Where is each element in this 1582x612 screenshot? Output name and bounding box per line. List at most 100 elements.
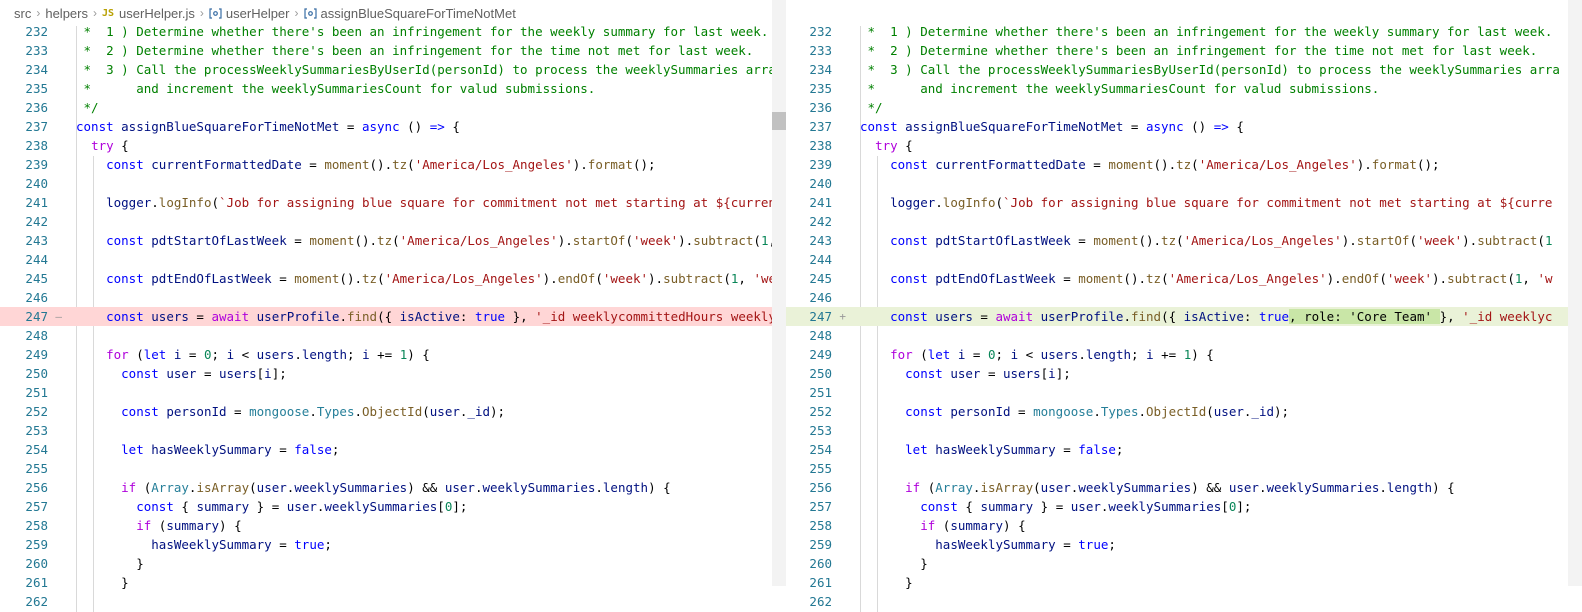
added-line[interactable]: 247 + const users = await userProfile.fin…	[786, 307, 1582, 326]
code-line[interactable]: 254 let hasWeeklySummary = false;	[786, 440, 1582, 459]
code-line[interactable]: 245 const pdtEndOfLastWeek = moment().tz…	[0, 269, 772, 288]
code-token: subtract	[693, 233, 754, 248]
code-line[interactable]: 235 * and increment the weeklySummariesC…	[786, 79, 1582, 98]
code-line[interactable]: 253	[786, 421, 1582, 440]
code-token: ;	[331, 442, 340, 457]
code-line[interactable]: 241 logger.logInfo(`Job for assigning bl…	[786, 193, 1582, 212]
code-line[interactable]: 248	[786, 326, 1582, 345]
line-number: 253	[809, 423, 832, 438]
code-line[interactable]: 249 for (let i = 0; i < users.length; i …	[786, 345, 1582, 364]
code-line[interactable]: 255	[786, 459, 1582, 478]
code-token: const	[106, 233, 152, 248]
code-line[interactable]: 262	[0, 592, 772, 611]
code-line[interactable]: 237 const assignBlueSquareForTimeNotMet =…	[0, 117, 772, 136]
code-line[interactable]: 235 * and increment the weeklySummariesC…	[0, 79, 772, 98]
diff-modified-pane[interactable]: 232 * 1 ) Determine whether there's been…	[786, 26, 1582, 612]
code-line[interactable]: 259 hasWeeklySummary = true;	[0, 535, 772, 554]
code-line[interactable]: 232 * 1 ) Determine whether there's been…	[0, 26, 772, 41]
code-token: ) {	[648, 480, 671, 495]
code-token: (	[128, 347, 144, 362]
code-token: const	[890, 309, 936, 324]
code-token: mongoose	[1033, 404, 1094, 419]
code-line[interactable]: 241 logger.logInfo(`Job for assigning bl…	[0, 193, 772, 212]
line-number: 236	[25, 100, 48, 115]
code-line[interactable]: 243 const pdtStartOfLastWeek = moment().…	[786, 231, 1582, 250]
code-line[interactable]: 232 * 1 ) Determine whether there's been…	[786, 26, 1582, 41]
code-line[interactable]: 260 }	[786, 554, 1582, 573]
code-line[interactable]: 253	[0, 421, 772, 440]
code-line[interactable]: 257 const { summary } = user.weeklySumma…	[786, 497, 1582, 516]
code-line[interactable]: 261 }	[0, 573, 772, 592]
code-line[interactable]: 236 */	[0, 98, 772, 117]
code-token: {	[113, 138, 129, 153]
code-token: },	[505, 309, 536, 324]
code-line[interactable]: 255	[0, 459, 772, 478]
code-token: }	[76, 556, 144, 571]
code-line[interactable]: 251	[0, 383, 772, 402]
code-token: .	[1078, 347, 1086, 362]
code-line[interactable]: 242	[786, 212, 1582, 231]
modified-scrollbar[interactable]	[1568, 0, 1582, 586]
code-token: },	[1439, 309, 1463, 324]
code-line[interactable]: 256 if (Array.isArray(user.weeklySummari…	[786, 478, 1582, 497]
code-token: .	[935, 195, 943, 210]
code-line[interactable]: 258 if (summary) {	[0, 516, 772, 535]
code-line[interactable]: 240	[786, 174, 1582, 193]
code-token: ().	[1123, 271, 1146, 286]
code-line[interactable]: 262	[786, 592, 1582, 611]
code-line[interactable]: 236 */	[786, 98, 1582, 117]
diff-original-pane[interactable]: 232 * 1 ) Determine whether there's been…	[0, 26, 772, 612]
removed-line[interactable]: 247— const users = await userProfile.fin…	[0, 307, 772, 326]
code-line[interactable]: 256 if (Array.isArray(user.weeklySummari…	[0, 478, 772, 497]
code-token: weeklySummaries	[294, 480, 408, 495]
code-line[interactable]: 246	[786, 288, 1582, 307]
breadcrumb-helpers[interactable]: helpers	[45, 6, 88, 21]
code-line[interactable]: 244	[0, 250, 772, 269]
code-line[interactable]: 240	[0, 174, 772, 193]
code-line[interactable]: 257 const { summary } = user.weeklySumma…	[0, 497, 772, 516]
code-line[interactable]: 261 }	[786, 573, 1582, 592]
code-line[interactable]: 245 const pdtEndOfLastWeek = moment().tz…	[786, 269, 1582, 288]
code-line[interactable]: 246	[0, 288, 772, 307]
code-line[interactable]: 242	[0, 212, 772, 231]
code-line[interactable]: 239 const currentFormattedDate = moment(…	[786, 155, 1582, 174]
code-token: (	[407, 157, 415, 172]
original-scroll-thumb[interactable]	[772, 112, 786, 130]
breadcrumb-module[interactable]: userHelper	[209, 6, 290, 21]
code-line[interactable]: 252 const personId = mongoose.Types.Obje…	[0, 402, 772, 421]
code-line[interactable]: 237 const assignBlueSquareForTimeNotMet =…	[786, 117, 1582, 136]
code-line[interactable]: 234 * 3 ) Call the processWeeklySummarie…	[786, 60, 1582, 79]
code-token: const	[76, 119, 122, 134]
code-line[interactable]: 244	[786, 250, 1582, 269]
code-token: let	[143, 347, 174, 362]
line-number: 260	[809, 556, 832, 571]
code-line[interactable]: 238 try {	[786, 136, 1582, 155]
breadcrumb-src[interactable]: src	[14, 6, 31, 21]
breadcrumb-function[interactable]: assignBlueSquareForTimeNotMet	[303, 6, 516, 21]
code-token: subtract	[663, 271, 724, 286]
code-line[interactable]: 259 hasWeeklySummary = true;	[786, 535, 1582, 554]
code-line[interactable]: 234 * 3 ) Call the processWeeklySummarie…	[0, 60, 772, 79]
code-line[interactable]: 243 const pdtStartOfLastWeek = moment().…	[0, 231, 772, 250]
code-line[interactable]: 252 const personId = mongoose.Types.Obje…	[786, 402, 1582, 421]
original-scrollbar[interactable]	[772, 0, 786, 586]
code-line[interactable]: 238 try {	[0, 136, 772, 155]
variable-symbol-icon	[303, 7, 317, 19]
code-line[interactable]: 249 for (let i = 0; i < users.length; i …	[0, 345, 772, 364]
code-line[interactable]: 260 }	[0, 554, 772, 573]
code-line[interactable]: 233 * 2 ) Determine whether there's been…	[786, 41, 1582, 60]
line-number: 242	[25, 214, 48, 229]
code-line[interactable]: 250 const user = users[i];	[0, 364, 772, 383]
code-line[interactable]: 239 const currentFormattedDate = moment(…	[0, 155, 772, 174]
code-line[interactable]: 254 let hasWeeklySummary = false;	[0, 440, 772, 459]
code-token: if	[136, 518, 152, 533]
code-line[interactable]: 258 if (summary) {	[786, 516, 1582, 535]
code-line[interactable]: 251	[786, 383, 1582, 402]
code-line[interactable]: 250 const user = users[i];	[786, 364, 1582, 383]
code-line[interactable]: 248	[0, 326, 772, 345]
breadcrumb-file[interactable]: JS userHelper.js	[102, 6, 195, 21]
code-line[interactable]: 233 * 2 ) Determine whether there's been…	[0, 41, 772, 60]
code-token: =	[980, 366, 1003, 381]
